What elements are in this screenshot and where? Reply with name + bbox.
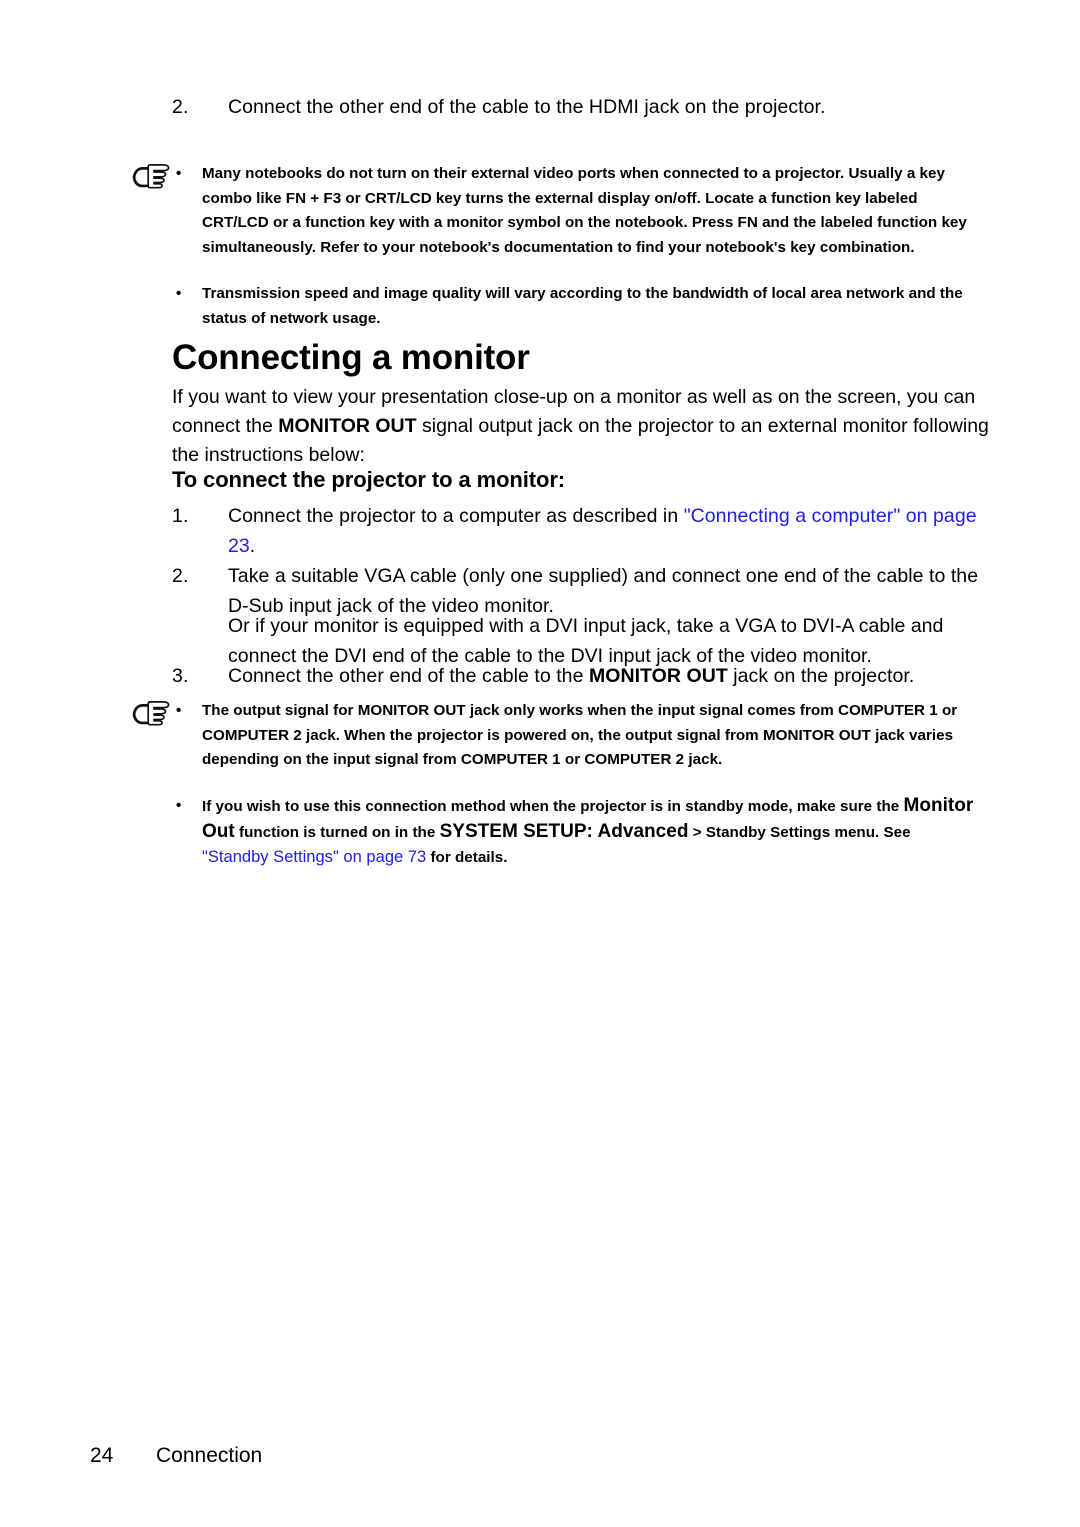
monitor-out-label: MONITOR OUT — [357, 702, 466, 719]
monitor-out-label: MONITOR OUT — [762, 726, 871, 744]
step-1-text-part-2: . — [249, 535, 256, 557]
numbered-step-1: 1. Connect the projector to a computer a… — [172, 501, 992, 561]
page-heading: Connecting a monitor — [172, 338, 530, 377]
intro-paragraph: If you want to view your presentation cl… — [172, 383, 992, 470]
note3-d: for details. — [426, 849, 508, 866]
note2-b: jack only works when the input signal co… — [465, 702, 838, 719]
numbered-step-hdmi: 2. Connect the other end of the cable to… — [172, 92, 992, 122]
computer-1-label: COMPUTER 1 — [837, 702, 938, 719]
note-icon-spacer — [128, 794, 176, 796]
note-text: Many notebooks do not turn on their exte… — [202, 165, 967, 256]
footer-section-name: Connection — [156, 1444, 263, 1467]
step-text: Connect the projector to a computer as d… — [228, 501, 992, 561]
page-footer: 24 Connection — [90, 1443, 590, 1469]
step-number: 2. — [172, 96, 189, 118]
note3-c: > Standby Settings menu. See — [688, 823, 911, 841]
note-item-transmission-speed: • Transmission speed and image quality w… — [128, 282, 980, 331]
step-text: Connect the other end of the cable to th… — [228, 96, 826, 118]
computer-2-label: COMPUTER 2 — [202, 726, 302, 744]
note2-f: or — [560, 751, 585, 768]
note-item-standby-mode: • If you wish to use this connection met… — [128, 794, 980, 871]
note-icon-spacer — [128, 282, 176, 284]
numbered-step-3: 3. Connect the other end of the cable to… — [172, 661, 992, 691]
bullet-icon: • — [176, 165, 182, 182]
note3-a: If you wish to use this connection metho… — [202, 798, 904, 815]
note2-g: jack. — [684, 751, 723, 768]
note2-c: or — [937, 702, 958, 719]
note2-a: The output signal for — [202, 702, 358, 719]
note2-d: jack. When the projector is powered on, … — [301, 726, 763, 744]
step-number: 2. — [172, 565, 189, 587]
step-number: 1. — [172, 505, 189, 527]
step-text: Connect the other end of the cable to th… — [228, 661, 992, 691]
note-item-monitor-out-signal: • The output signal for MONITOR OUT jack… — [128, 699, 980, 773]
monitor-out-label: MONITOR OUT — [588, 665, 728, 687]
note-text: If you wish to use this connection metho… — [202, 794, 980, 871]
step-3-text-part-1: Connect the other end of the cable to th… — [228, 665, 589, 687]
pointing-hand-icon — [128, 699, 176, 727]
document-page: 2. Connect the other end of the cable to… — [0, 0, 1080, 1527]
computer-2-label: COMPUTER 2 — [584, 751, 685, 768]
link-standby-settings[interactable]: "Standby Settings" on page 73 — [202, 848, 426, 866]
system-setup-advanced-label: SYSTEM SETUP: Advanced — [439, 820, 689, 842]
note-item-notebook-video-ports: • Many notebooks do not turn on their ex… — [128, 162, 980, 260]
computer-1-label: COMPUTER 1 — [460, 751, 561, 768]
monitor-out-label: MONITOR OUT — [278, 415, 417, 437]
bullet-icon: • — [176, 797, 182, 814]
note3-b: function is turned on in the — [234, 823, 440, 841]
note-text: Transmission speed and image quality wil… — [202, 285, 963, 327]
step-1-text-part-1: Connect the projector to a computer as d… — [228, 505, 684, 527]
footer-page-number: 24 — [90, 1444, 114, 1467]
pointing-hand-icon — [128, 162, 176, 190]
step-number: 3. — [172, 665, 189, 687]
step-3-text-part-2: jack on the projector. — [727, 665, 915, 687]
bullet-icon: • — [176, 702, 182, 719]
note-text: The output signal for MONITOR OUT jack o… — [202, 699, 980, 773]
sub-heading: To connect the projector to a monitor: — [172, 467, 566, 492]
bullet-icon: • — [176, 285, 182, 302]
